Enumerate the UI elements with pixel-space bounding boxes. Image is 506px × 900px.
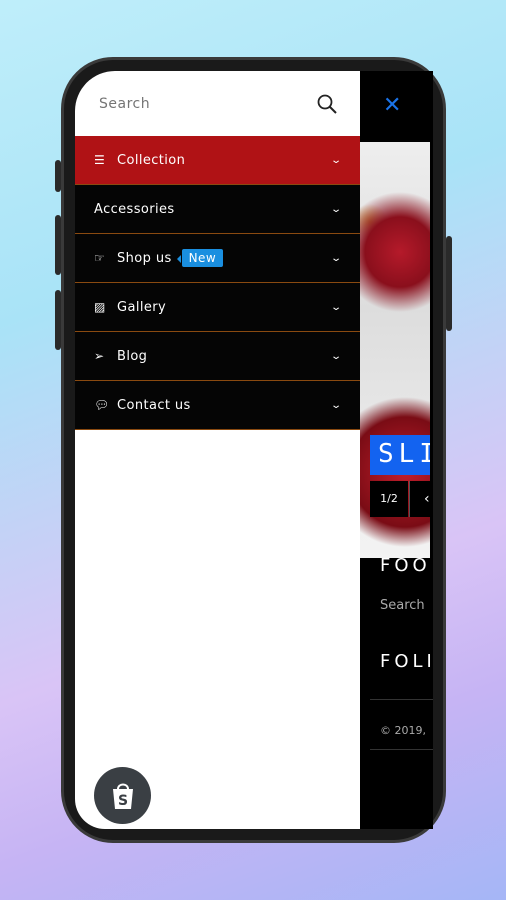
search-input[interactable] (99, 96, 317, 112)
shopify-badge[interactable]: S (94, 767, 151, 824)
menu-item-contact-us[interactable]: 💬︎ Contact us ⌄ (75, 381, 360, 430)
chevron-down-icon[interactable]: ⌄ (330, 204, 342, 215)
chevron-down-icon[interactable]: ⌄ (330, 302, 342, 313)
menu-item-collection[interactable]: ☰ Collection ⌄ (75, 136, 360, 185)
search-icon[interactable] (317, 94, 337, 114)
shopify-bag-icon: S (112, 783, 133, 809)
search-bar (85, 80, 351, 128)
power-button (446, 236, 452, 331)
chevron-down-icon[interactable]: ⌄ (330, 155, 342, 166)
menu-item-label: Contact us (117, 397, 191, 413)
footer-search-link[interactable]: Search (380, 598, 430, 613)
menu-item-label: Accessories (94, 201, 175, 217)
svg-text:S: S (117, 793, 127, 809)
menu-item-label: Shop us (117, 250, 172, 266)
list-icon: ☰ (94, 153, 106, 167)
slide-title: SLI (370, 435, 430, 475)
chat-bubble-icon: 💬︎ (94, 398, 110, 412)
divider (370, 749, 433, 750)
chevron-down-icon[interactable]: ⌄ (330, 253, 342, 264)
new-badge: New (176, 249, 224, 267)
chevron-down-icon[interactable]: ⌄ (330, 400, 342, 411)
menu-item-label: Collection (117, 152, 186, 168)
follow-heading: FOLL (380, 651, 430, 672)
slide-pager: 1/2 (370, 481, 408, 517)
divider (370, 699, 433, 700)
side-menu: ☰ Collection ⌄ Accessories ⌄ ☞ Shop usNew ⌄ ▨… (75, 71, 360, 829)
menu-item-gallery[interactable]: ▨ Gallery ⌄ (75, 283, 360, 332)
copyright: © 2019, d (380, 724, 430, 737)
footer-heading: FOOT (380, 555, 430, 576)
menu-item-label: Blog (117, 348, 148, 364)
chevron-down-icon[interactable]: ⌄ (330, 351, 342, 362)
menu-item-accessories[interactable]: Accessories ⌄ (75, 185, 360, 234)
menu-item-shop-us[interactable]: ☞ Shop us New ⌄ (75, 234, 360, 283)
menu-item-blog[interactable]: ➢ Blog ⌄ (75, 332, 360, 381)
hand-pointing-icon: ☞ (94, 251, 106, 265)
phone-screen: ✕ SLI 1/2 ‹ FOOT Search FOLL © 2019, d ☰… (75, 71, 433, 829)
prev-slide-button[interactable]: ‹ (409, 481, 433, 517)
close-icon[interactable]: ✕ (383, 93, 401, 118)
paper-plane-icon: ➢ (94, 349, 105, 363)
menu-item-label: Gallery (117, 299, 167, 315)
image-icon: ▨ (94, 300, 106, 314)
